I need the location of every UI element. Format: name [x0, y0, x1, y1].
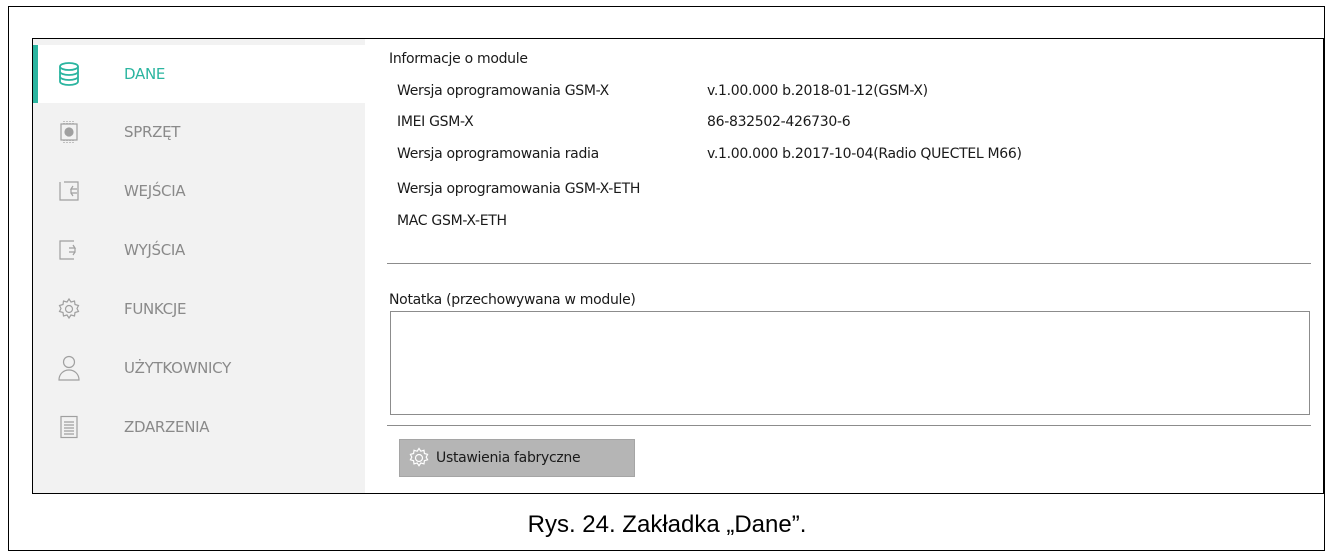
figure-caption: Rys. 24. Zakładka „Dane”.	[527, 511, 807, 538]
divider	[387, 263, 1311, 264]
app-window: DANE SPRZĘT WEJŚCIA WYJŚCIA FUNKCJE UŻYT…	[32, 38, 1324, 494]
info-value: 86-832502-426730-6	[707, 114, 851, 130]
user-icon	[56, 355, 82, 381]
database-icon	[56, 61, 82, 87]
sidebar: DANE SPRZĘT WEJŚCIA WYJŚCIA FUNKCJE UŻYT…	[33, 39, 365, 493]
info-label: MAC GSM-X-ETH	[397, 213, 507, 229]
note-textarea[interactable]	[390, 311, 1310, 415]
sidebar-item-wyjscia[interactable]: WYJŚCIA	[33, 221, 365, 279]
output-icon	[56, 237, 82, 263]
sidebar-item-label: ZDARZENIA	[124, 418, 210, 436]
input-icon	[56, 178, 82, 204]
sidebar-item-wejscia[interactable]: WEJŚCIA	[33, 162, 365, 220]
factory-reset-button[interactable]: Ustawienia fabryczne	[399, 439, 635, 477]
sidebar-item-label: WYJŚCIA	[124, 241, 185, 259]
info-label: Wersja oprogramowania GSM-X	[397, 83, 609, 99]
note-label: Notatka (przechowywana w module)	[389, 292, 636, 308]
sidebar-item-zdarzenia[interactable]: ZDARZENIA	[33, 398, 365, 456]
gear-icon	[56, 296, 82, 322]
factory-reset-icon	[408, 446, 432, 470]
sidebar-item-label: WEJŚCIA	[124, 182, 186, 200]
sidebar-item-label: DANE	[124, 65, 166, 83]
sidebar-item-label: FUNKCJE	[124, 300, 187, 318]
sidebar-item-dane[interactable]: DANE	[33, 45, 365, 103]
factory-reset-label: Ustawienia fabryczne	[436, 450, 581, 466]
info-value: v.1.00.000 b.2018-01-12(GSM-X)	[707, 83, 928, 99]
info-label: IMEI GSM-X	[397, 114, 474, 130]
sidebar-item-funkcje[interactable]: FUNKCJE	[33, 280, 365, 338]
main-panel: Informacje o module Wersja oprogramowani…	[366, 39, 1323, 493]
sidebar-item-sprzet[interactable]: SPRZĘT	[33, 103, 365, 161]
info-label: Wersja oprogramowania radia	[397, 146, 599, 162]
sidebar-item-label: UŻYTKOWNICY	[124, 359, 231, 377]
sidebar-item-uzytkownicy[interactable]: UŻYTKOWNICY	[33, 339, 365, 397]
sidebar-item-label: SPRZĘT	[124, 123, 181, 141]
event-log-icon	[56, 414, 82, 440]
info-value: v.1.00.000 b.2017-10-04(Radio QUECTEL M6…	[707, 146, 1022, 162]
info-label: Wersja oprogramowania GSM-X-ETH	[397, 181, 641, 197]
chip-icon	[56, 119, 82, 145]
module-info-title: Informacje o module	[389, 51, 528, 67]
divider	[387, 425, 1311, 426]
